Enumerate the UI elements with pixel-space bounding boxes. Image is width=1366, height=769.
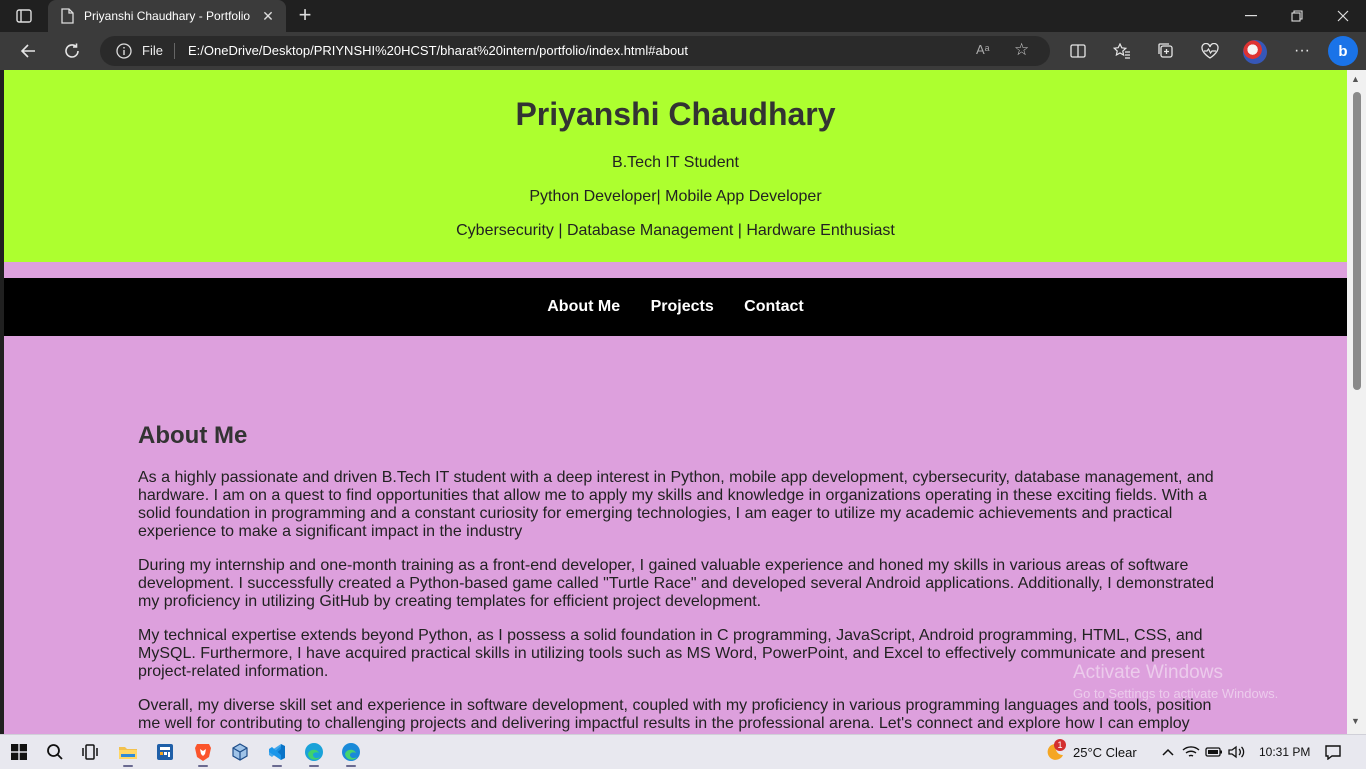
edge-browser-second-icon[interactable] bbox=[338, 740, 364, 767]
weather-text[interactable]: 25°C Clear bbox=[1073, 745, 1137, 760]
volume-icon[interactable] bbox=[1226, 740, 1248, 764]
file-explorer-icon[interactable] bbox=[115, 740, 141, 767]
virtualbox-icon[interactable] bbox=[227, 740, 253, 764]
about-section: About Me As a highly passionate and driv… bbox=[138, 423, 1218, 734]
page-viewport: Priyanshi Chaudhary B.Tech IT Student Py… bbox=[4, 70, 1347, 734]
address-bar[interactable]: File E:/OneDrive/Desktop/PRIYNSHI%20HCST… bbox=[100, 36, 1050, 66]
nav-link-projects[interactable]: Projects bbox=[651, 278, 714, 336]
weather-notification-badge: 1 bbox=[1054, 739, 1066, 751]
new-tab-button[interactable]: + bbox=[292, 4, 318, 28]
portfolio-header: Priyanshi Chaudhary B.Tech IT Student Py… bbox=[4, 70, 1347, 262]
tagline-interests: Cybersecurity | Database Management | Ha… bbox=[456, 222, 895, 239]
favorites-icon[interactable] bbox=[1107, 37, 1137, 65]
show-hidden-icons-chevron-icon[interactable] bbox=[1155, 740, 1181, 764]
close-window-icon[interactable] bbox=[1320, 0, 1366, 32]
nav-link-about[interactable]: About Me bbox=[547, 278, 620, 336]
about-heading: About Me bbox=[138, 422, 248, 449]
address-separator bbox=[174, 43, 175, 59]
activate-windows-title: Activate Windows bbox=[1073, 662, 1223, 683]
scroll-up-icon[interactable]: ▲ bbox=[1351, 74, 1360, 84]
nav-link-contact[interactable]: Contact bbox=[744, 278, 804, 336]
about-paragraph-2: During my internship and one-month train… bbox=[138, 557, 1214, 610]
page-scrollbar[interactable]: ▲ ▼ bbox=[1347, 70, 1366, 734]
notification-center-icon[interactable] bbox=[1320, 740, 1346, 764]
tab-close-icon[interactable]: ✕ bbox=[256, 8, 280, 25]
back-icon[interactable] bbox=[13, 37, 43, 65]
main-navigation: About Me Projects Contact bbox=[4, 278, 1347, 336]
minimize-icon[interactable] bbox=[1228, 0, 1274, 32]
url-text[interactable]: E:/OneDrive/Desktop/PRIYNSHI%20HCST/bhar… bbox=[188, 43, 688, 58]
battery-icon[interactable] bbox=[1203, 740, 1225, 764]
profile-avatar[interactable] bbox=[1243, 40, 1267, 64]
portfolio-owner-name: Priyanshi Chaudhary bbox=[515, 96, 836, 132]
calculator-app-icon[interactable] bbox=[152, 740, 178, 764]
tagline-student: B.Tech IT Student bbox=[612, 154, 739, 171]
search-icon[interactable] bbox=[42, 740, 68, 764]
scroll-down-icon[interactable]: ▼ bbox=[1351, 716, 1360, 726]
edge-browser-icon[interactable] bbox=[301, 740, 327, 767]
start-icon[interactable] bbox=[6, 740, 32, 764]
task-view-icon[interactable] bbox=[77, 740, 103, 764]
clock-time[interactable]: 10:31 PM bbox=[1259, 745, 1310, 759]
site-info-icon[interactable] bbox=[116, 43, 132, 59]
restore-icon[interactable] bbox=[1274, 0, 1320, 32]
vscode-icon[interactable] bbox=[264, 740, 290, 767]
favorite-star-icon[interactable]: ☆ bbox=[1014, 40, 1029, 60]
browser-title-bar: Priyanshi Chaudhary - Portfolio ✕ + bbox=[0, 0, 1366, 32]
bing-copilot-icon[interactable]: b bbox=[1328, 36, 1358, 66]
about-paragraph-4: Overall, my diverse skill set and experi… bbox=[138, 697, 1212, 732]
scrollbar-thumb[interactable] bbox=[1353, 92, 1361, 390]
tab-title: Priyanshi Chaudhary - Portfolio bbox=[84, 9, 251, 23]
split-screen-icon[interactable] bbox=[1063, 37, 1093, 65]
page-favicon-icon bbox=[60, 8, 76, 24]
activate-windows-subtitle: Go to Settings to activate Windows. bbox=[1073, 686, 1279, 701]
wifi-icon[interactable] bbox=[1180, 740, 1202, 764]
tagline-developer: Python Developer| Mobile App Developer bbox=[529, 188, 822, 205]
windows-taskbar: 1 25°C Clear 10:31 PM bbox=[0, 734, 1366, 769]
address-scheme-label: File bbox=[142, 43, 163, 58]
browser-toolbar: File E:/OneDrive/Desktop/PRIYNSHI%20HCST… bbox=[0, 32, 1366, 70]
collections-icon[interactable] bbox=[1151, 37, 1181, 65]
brave-browser-icon[interactable] bbox=[190, 740, 216, 767]
browser-tab-active[interactable]: Priyanshi Chaudhary - Portfolio ✕ bbox=[48, 0, 286, 32]
about-paragraph-1: As a highly passionate and driven B.Tech… bbox=[138, 469, 1214, 540]
read-aloud-icon[interactable]: Aᵃ bbox=[976, 42, 990, 57]
more-options-icon[interactable]: ··· bbox=[1287, 37, 1317, 65]
refresh-icon[interactable] bbox=[57, 37, 87, 65]
tab-actions-icon[interactable] bbox=[6, 4, 42, 28]
about-paragraph-3: My technical expertise extends beyond Py… bbox=[138, 627, 1205, 680]
browser-essentials-icon[interactable] bbox=[1195, 37, 1225, 65]
